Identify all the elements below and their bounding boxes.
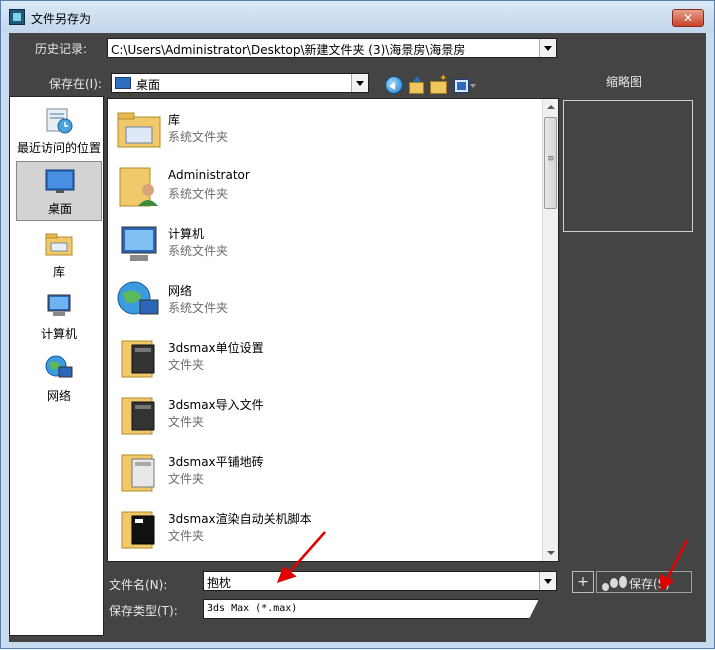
- filename-label: 文件名(N):: [109, 578, 168, 592]
- file-list[interactable]: 库 系统文件夹 Administrator 系统文件夹 计算机 系统文件夹 网络…: [107, 98, 559, 562]
- footsteps-icon: [600, 574, 630, 592]
- save-in-dropdown[interactable]: 桌面: [111, 73, 369, 93]
- place-label: 计算机: [40, 327, 77, 341]
- file-type: 文件夹: [168, 529, 205, 543]
- place-label: 网络: [46, 389, 71, 403]
- file-type: 文件夹: [168, 415, 205, 429]
- chevron-down-icon[interactable]: [351, 74, 368, 92]
- computer-icon: [121, 226, 157, 261]
- file-name: 库: [168, 113, 181, 127]
- save-in-label: 保存在(I):: [49, 77, 102, 91]
- thumbnail-preview: [563, 100, 693, 232]
- place-network[interactable]: 网络: [16, 349, 102, 409]
- list-item[interactable]: 计算机 系统文件夹: [114, 217, 534, 273]
- scroll-up-icon[interactable]: [543, 99, 558, 115]
- file-name: 3dsmax渲染自动关机脚本: [168, 512, 312, 526]
- list-item[interactable]: 3dsmax导入文件 文件夹: [114, 388, 534, 444]
- recent-places-icon: [46, 108, 73, 134]
- place-label: 库: [52, 265, 65, 279]
- file-name: 3dsmax单位设置: [168, 341, 264, 355]
- file-type: 系统文件夹: [168, 244, 229, 258]
- file-type: 系统文件夹: [168, 301, 229, 315]
- list-item[interactable]: Administrator 系统文件夹: [114, 160, 534, 216]
- dialog-body: 历史记录: C:\Users\Administrator\Desktop\新建文…: [9, 33, 706, 642]
- 3dsmax-app-icon: [9, 9, 25, 25]
- folder-icon: [121, 454, 155, 492]
- folder-icon: [121, 340, 155, 378]
- scroll-down-icon[interactable]: [543, 545, 558, 561]
- folder-icon: [121, 511, 155, 549]
- user-folder-icon: [119, 167, 158, 207]
- computer-icon: [47, 294, 71, 316]
- file-name: 3dsmax导入文件: [168, 398, 264, 412]
- place-recent[interactable]: 最近访问的位置: [16, 101, 102, 161]
- title-bar: 文件另存为 ✕: [1, 1, 714, 33]
- library-folder-icon: [117, 112, 161, 148]
- chevron-down-icon[interactable]: [539, 572, 556, 590]
- list-item[interactable]: 3dsmax平铺地砖 文件夹: [114, 445, 534, 501]
- increment-filename-button[interactable]: +: [572, 571, 594, 593]
- filetype-select[interactable]: 3ds Max (*.max): [203, 599, 539, 619]
- library-icon: [45, 233, 73, 256]
- place-desktop[interactable]: 桌面: [16, 161, 102, 221]
- file-name: 计算机: [168, 227, 205, 241]
- file-type: 文件夹: [168, 472, 205, 486]
- list-item[interactable]: 3dsmax单位设置 文件夹: [114, 331, 534, 387]
- list-item[interactable]: 库 系统文件夹: [114, 103, 534, 159]
- filename-value: 抱枕: [207, 576, 232, 590]
- folder-icon: [121, 397, 155, 435]
- back-icon[interactable]: [385, 76, 403, 94]
- history-label: 历史记录:: [35, 42, 88, 56]
- list-item[interactable]: 3dsmax渲染自动关机脚本 文件夹: [114, 502, 534, 558]
- place-computer[interactable]: 计算机: [16, 287, 102, 347]
- up-folder-icon[interactable]: [407, 76, 425, 94]
- network-icon: [45, 355, 73, 378]
- close-button[interactable]: ✕: [672, 9, 704, 27]
- save-in-value: 桌面: [136, 78, 161, 92]
- filename-input[interactable]: 抱枕: [203, 571, 557, 591]
- place-library[interactable]: 库: [16, 225, 102, 285]
- thumbnail-label: 缩略图: [606, 75, 643, 89]
- filetype-label: 保存类型(T):: [109, 604, 178, 618]
- network-icon: [117, 281, 159, 315]
- file-type: 系统文件夹: [168, 187, 229, 201]
- file-name: Administrator: [168, 168, 250, 182]
- list-item[interactable]: 网络 系统文件夹: [114, 274, 534, 330]
- save-button[interactable]: 保存(S): [596, 571, 692, 593]
- history-value: C:\Users\Administrator\Desktop\新建文件夹 (3)…: [111, 43, 466, 57]
- file-type: 文件夹: [168, 358, 205, 372]
- file-name: 3dsmax平铺地砖: [168, 455, 264, 469]
- scroll-thumb[interactable]: [544, 117, 557, 209]
- view-menu-icon[interactable]: [453, 76, 477, 94]
- new-folder-icon[interactable]: [429, 73, 447, 94]
- places-bar: 最近访问的位置 桌面 库 计算机 网络: [9, 96, 104, 636]
- place-label: 最近访问的位置: [16, 141, 101, 155]
- history-dropdown[interactable]: C:\Users\Administrator\Desktop\新建文件夹 (3)…: [107, 38, 557, 58]
- save-button-label: 保存(S): [629, 577, 670, 591]
- chevron-down-icon[interactable]: [539, 39, 556, 57]
- desktop-icon: [115, 77, 131, 89]
- save-as-dialog: 文件另存为 ✕ 历史记录: C:\Users\Administrator\Des…: [0, 0, 715, 649]
- vertical-scrollbar[interactable]: [542, 99, 558, 561]
- file-type: 系统文件夹: [168, 130, 229, 144]
- filetype-value: 3ds Max (*.max): [207, 603, 298, 614]
- place-label: 桌面: [47, 202, 72, 216]
- window-title: 文件另存为: [31, 12, 92, 26]
- desktop-icon: [45, 169, 75, 193]
- file-name: 网络: [168, 284, 193, 298]
